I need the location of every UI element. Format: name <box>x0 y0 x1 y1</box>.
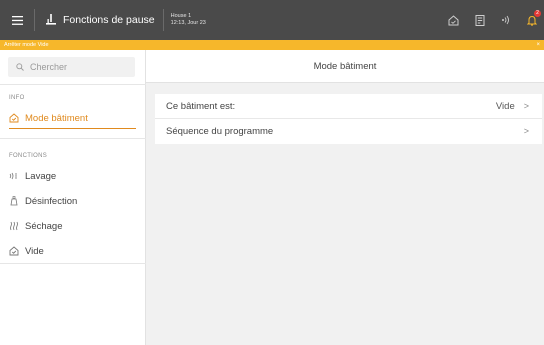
disinfection-icon <box>9 196 19 206</box>
main-header: Mode bâtiment <box>146 50 544 83</box>
top-bar: Fonctions de pause House 1 12:13, Jour 2… <box>0 0 544 40</box>
sidebar-item-label: Vide <box>25 245 44 257</box>
connection-button[interactable] <box>499 14 512 27</box>
search-input[interactable] <box>30 62 125 72</box>
sidebar-divider <box>0 263 146 264</box>
house-info[interactable]: House 1 12:13, Jour 23 <box>164 13 206 27</box>
page-title: Mode bâtiment <box>313 60 377 72</box>
program-sequence-row[interactable]: Séquence du programme > <box>155 119 542 143</box>
row-right: > <box>524 126 529 136</box>
house-time: 12:13, Jour 23 <box>170 20 206 26</box>
chevron-right-icon: > <box>523 101 529 111</box>
notifications-button[interactable]: 2 <box>525 9 541 27</box>
chevron-right-icon: > <box>523 126 529 136</box>
row-right: Vide > <box>496 101 529 112</box>
sidebar-item-label: Désinfection <box>25 195 78 207</box>
sidebar: INFO Mode bâtiment FONCTIONS Lavage <box>0 50 146 345</box>
sidebar-item-desinfection[interactable]: Désinfection <box>0 190 145 212</box>
home-icon <box>448 14 459 25</box>
sidebar-item-mode-batiment[interactable]: Mode bâtiment <box>0 107 145 129</box>
sidebar-item-label: Lavage <box>25 170 57 182</box>
row-value: Vide <box>495 100 515 112</box>
washing-icon <box>9 171 19 181</box>
sidebar-divider <box>0 138 146 139</box>
info-section-label: INFO <box>9 95 25 101</box>
menu-button[interactable] <box>0 0 34 40</box>
wifi-icon <box>502 15 509 25</box>
sidebar-item-sechage[interactable]: Séchage <box>0 215 145 237</box>
empty-icon <box>9 246 19 256</box>
document-icon <box>475 14 484 26</box>
sidebar-item-label: Séchage <box>25 220 63 232</box>
building-mode-icon <box>9 113 19 123</box>
home-button[interactable] <box>447 14 460 27</box>
sidebar-item-vide[interactable]: Vide <box>0 240 145 262</box>
banner-text: Arrêter mode Vide <box>4 42 49 48</box>
settings-card: Ce bâtiment est: Vide > Séquence du prog… <box>155 94 542 144</box>
search-icon <box>16 63 24 71</box>
house-name: House 1 <box>170 13 192 19</box>
app-title-text: Fonctions de pause <box>63 14 155 26</box>
app-title: Fonctions de pause <box>35 0 163 40</box>
banner-close-button[interactable]: × <box>536 40 540 50</box>
building-status-row[interactable]: Ce bâtiment est: Vide > <box>155 94 542 118</box>
pause-functions-icon <box>46 14 56 25</box>
menu-icon <box>11 15 23 25</box>
drying-icon <box>9 221 19 231</box>
top-icons: 2 <box>447 0 541 40</box>
row-label: Séquence du programme <box>166 125 274 137</box>
functions-section-label: FONCTIONS <box>9 153 48 159</box>
row-label: Ce bâtiment est: <box>166 100 236 112</box>
search-box[interactable] <box>8 57 135 77</box>
sidebar-item-lavage[interactable]: Lavage <box>0 165 145 187</box>
sidebar-divider <box>0 84 146 85</box>
sidebar-item-label: Mode bâtiment <box>25 112 88 124</box>
document-button[interactable] <box>473 14 486 27</box>
notification-badge: 2 <box>534 9 541 17</box>
stop-empty-mode-banner[interactable]: Arrêter mode Vide × <box>0 40 544 50</box>
